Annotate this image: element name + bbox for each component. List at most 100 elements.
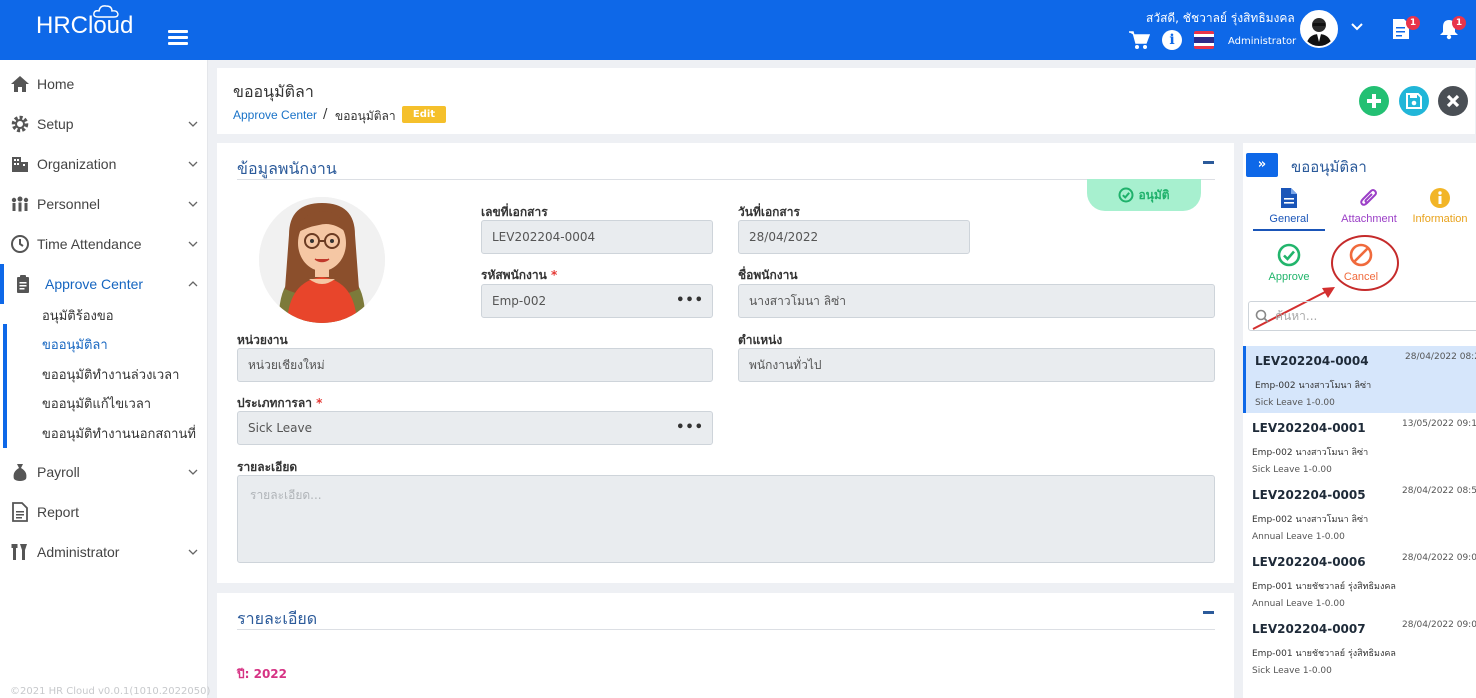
close-icon	[1446, 94, 1460, 108]
sidebar-item-organization[interactable]: Organization	[0, 144, 208, 184]
panel-toggle-button[interactable]: »	[1246, 153, 1278, 177]
leave-type-field[interactable]: Sick Leave •••	[237, 411, 713, 445]
submenu-item-overtime-request[interactable]: ขออนุมัติทำงานล่วงเวลา	[42, 364, 179, 385]
search-placeholder: ค้นหา...	[1275, 309, 1318, 323]
list-item[interactable]: LEV202204-0005 28/04/2022 08:57 Emp-002 …	[1243, 480, 1476, 547]
sidebar-item-label: Home	[37, 76, 75, 92]
emp-code-label: รหัสพนักงาน *	[481, 268, 558, 282]
doc-no-field: LEV202204-0004	[481, 220, 713, 254]
submenu-border	[3, 324, 7, 448]
list-item-code: LEV202204-0001	[1252, 421, 1366, 435]
sidebar-item-label: Organization	[37, 156, 117, 172]
submenu-item-offsite-request[interactable]: ขออนุมัติทำงานนอกสถานที่	[42, 423, 196, 444]
top-bar: HRCloud สวัสดี, ชัชวาลย์ รุ่งสิทธิมงคล A…	[0, 0, 1476, 60]
sidebar-item-label: Approve Center	[45, 276, 144, 292]
detail-textarea[interactable]: รายละเอียด...	[237, 475, 1215, 563]
user-role: Administrator	[1228, 36, 1297, 47]
list-item[interactable]: LEV202204-0004 28/04/2022 08:20 Emp-002 …	[1243, 346, 1476, 413]
breadcrumb-link[interactable]: Approve Center	[233, 108, 317, 122]
sidebar-item-approve-center[interactable]: Approve Center	[0, 264, 208, 304]
list-item-date: 28/04/2022 09:04	[1402, 620, 1476, 630]
tab-label: General	[1269, 213, 1309, 225]
detail-card: รายละเอียด ปี: 2022	[217, 593, 1234, 698]
list-item-date: 28/04/2022 08:20	[1405, 352, 1476, 362]
footer-copyright: ©2021 HR Cloud v0.0.1(1010.2022050)	[10, 686, 211, 697]
sidebar-item-time-attendance[interactable]: Time Attendance	[0, 224, 208, 264]
user-avatar[interactable]	[1300, 10, 1338, 48]
mode-badge: Edit	[402, 106, 446, 123]
chevron-down-icon	[188, 241, 198, 247]
info-icon[interactable]: i	[1162, 30, 1182, 50]
list-item-code: LEV202204-0006	[1252, 555, 1366, 569]
submenu-item-approve-request[interactable]: อนุมัติร้องขอ	[42, 305, 114, 326]
sidebar-item-report[interactable]: Report	[0, 492, 208, 532]
check-circle-icon	[1118, 187, 1134, 203]
emp-name-label: ชื่อพนักงาน	[738, 268, 798, 282]
list-item-employee: Emp-001 นายชัชวาลย์ รุ่งสิทธิมงคล	[1252, 582, 1396, 592]
chevron-down-icon[interactable]	[1350, 22, 1364, 32]
list-item-type: Annual Leave 1-0.00	[1252, 532, 1345, 542]
collapse-icon[interactable]	[1203, 161, 1214, 164]
collapse-icon[interactable]	[1203, 611, 1214, 614]
clipboard-icon	[17, 275, 29, 293]
sidebar: Home Setup Organization Personnel Time A…	[0, 60, 208, 698]
sidebar-item-administrator[interactable]: Administrator	[0, 532, 208, 572]
save-button[interactable]	[1399, 86, 1429, 116]
sidebar-item-label: Report	[37, 504, 80, 520]
list-item-type: Sick Leave 1-0.00	[1252, 465, 1332, 475]
tab-attachment[interactable]: Attachment	[1331, 187, 1407, 225]
cart-icon[interactable]	[1128, 30, 1150, 50]
thai-flag-icon[interactable]	[1194, 31, 1214, 49]
approve-button[interactable]: Approve	[1253, 243, 1325, 283]
menu-toggle-icon[interactable]	[168, 30, 188, 46]
list-item-type: Annual Leave 1-0.00	[1252, 599, 1345, 609]
tab-information[interactable]: Information	[1407, 187, 1473, 225]
tools-icon	[11, 544, 27, 560]
add-button[interactable]	[1359, 86, 1389, 116]
gear-icon	[11, 115, 29, 133]
sidebar-item-label: Personnel	[37, 196, 101, 212]
list-item-type: Sick Leave 1-0.00	[1255, 398, 1335, 408]
sidebar-item-label: Administrator	[37, 544, 120, 560]
home-icon	[11, 76, 29, 92]
search-input[interactable]: ค้นหา...	[1248, 301, 1476, 331]
submenu-item-time-edit-request[interactable]: ขออนุมัติแก้ไขเวลา	[42, 393, 151, 414]
tab-label: Attachment	[1341, 213, 1397, 225]
list-item[interactable]: LEV202204-0007 28/04/2022 09:04 Emp-001 …	[1243, 614, 1476, 681]
plus-icon	[1367, 94, 1381, 108]
list-item-employee: Emp-002 นางสาวโมนา ลิซ่า	[1255, 381, 1372, 391]
right-panel: » ขออนุมัติลา General Attachment Informa…	[1243, 143, 1476, 698]
info-circle-icon	[1430, 188, 1450, 208]
employee-info-card: ข้อมูลพนักงาน อนุมัติ เลขที่เอกสาร LEV20…	[217, 143, 1234, 583]
list-item[interactable]: LEV202204-0001 13/05/2022 09:19 Emp-002 …	[1243, 413, 1476, 480]
submenu-item-leave-request[interactable]: ขออนุมัติลา	[42, 334, 108, 355]
section-divider	[237, 179, 1215, 180]
doc-date-field: 28/04/2022	[738, 220, 970, 254]
cloud-icon	[93, 5, 119, 18]
sidebar-item-label: Payroll	[37, 464, 80, 480]
document-icon	[1281, 188, 1297, 208]
tab-general[interactable]: General	[1253, 187, 1325, 231]
more-dots-icon[interactable]: •••	[676, 285, 704, 317]
action-label: Approve	[1268, 271, 1310, 283]
list-item-type: Sick Leave 1-0.00	[1252, 666, 1332, 676]
sidebar-item-payroll[interactable]: Payroll	[0, 452, 208, 492]
position-field: พนักงานทั่วไป	[738, 348, 1215, 382]
breadcrumb-separator: /	[323, 107, 328, 122]
list-item-employee: Emp-002 นางสาวโมนา ลิซ่า	[1252, 515, 1369, 525]
user-greeting: สวัสดี, ชัชวาลย์ รุ่งสิทธิมงคล	[1146, 11, 1295, 25]
emp-code-field[interactable]: Emp-002 •••	[481, 284, 713, 318]
employee-photo	[259, 197, 385, 323]
sidebar-item-setup[interactable]: Setup	[0, 104, 208, 144]
chevron-down-icon	[188, 549, 198, 555]
emp-code-value: Emp-002	[492, 294, 547, 308]
list-item[interactable]: LEV202204-0006 28/04/2022 09:02 Emp-001 …	[1243, 547, 1476, 614]
sidebar-item-personnel[interactable]: Personnel	[0, 184, 208, 224]
close-button[interactable]	[1438, 86, 1468, 116]
report-icon	[12, 502, 28, 522]
search-icon	[1255, 309, 1269, 323]
sidebar-item-home[interactable]: Home	[0, 64, 208, 104]
logo[interactable]: HRCloud	[36, 5, 133, 40]
more-dots-icon[interactable]: •••	[676, 412, 704, 444]
list-item-employee: Emp-002 นางสาวโมนา ลิซ่า	[1252, 448, 1369, 458]
